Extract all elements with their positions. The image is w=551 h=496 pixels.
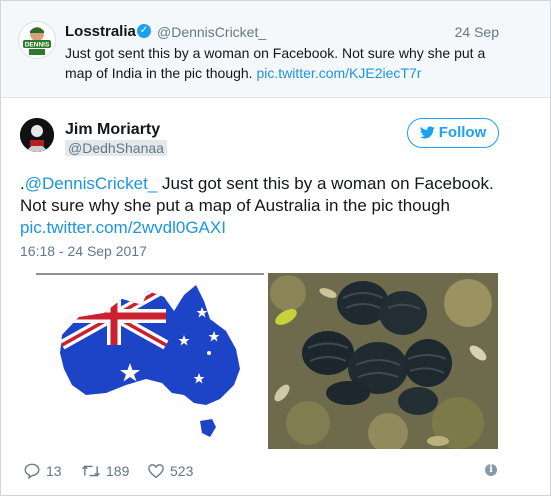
author-handle[interactable]: @DedhShanaa — [65, 140, 167, 156]
reply-action[interactable]: 13 — [23, 461, 62, 481]
mention-link[interactable]: @DennisCricket_ — [25, 174, 158, 193]
twitter-bird-icon — [419, 126, 435, 139]
quoted-name[interactable]: Losstralia — [65, 23, 136, 40]
tweet-text: .@DennisCricket_ Just got sent this by a… — [20, 173, 510, 239]
follow-button[interactable]: Follow — [407, 118, 499, 148]
retweet-count: 189 — [106, 463, 130, 479]
author-avatar[interactable] — [20, 118, 54, 152]
like-icon — [148, 464, 164, 479]
photo-dung[interactable] — [268, 273, 498, 449]
photo-australia-map[interactable] — [34, 273, 264, 449]
follow-label: Follow — [438, 124, 487, 141]
avatar-text: DENNIS — [25, 42, 50, 49]
like-count: 523 — [170, 463, 194, 479]
retweet-icon — [82, 465, 100, 477]
quoted-link[interactable]: pic.twitter.com/KJE2iecT7r — [256, 65, 421, 81]
info-icon[interactable]: i — [485, 464, 497, 476]
tweet-card: DENNIS Losstralia ✓ @DennisCricket_ 24 S… — [0, 0, 551, 496]
retweet-action[interactable]: 189 — [81, 461, 129, 481]
quoted-handle[interactable]: @DennisCricket_ — [157, 24, 266, 40]
tweet-timestamp[interactable]: 16:18 - 24 Sep 2017 — [20, 243, 147, 259]
quoted-tweet[interactable]: DENNIS Losstralia ✓ @DennisCricket_ 24 S… — [1, 1, 550, 98]
reply-icon — [24, 463, 40, 480]
reply-count: 13 — [46, 463, 62, 479]
verified-icon: ✓ — [137, 24, 151, 38]
quoted-avatar[interactable]: DENNIS — [18, 21, 56, 59]
quoted-date[interactable]: 24 Sep — [455, 24, 499, 40]
tweet-link[interactable]: pic.twitter.com/2wvdl0GAXI — [20, 218, 226, 237]
like-action[interactable]: 523 — [147, 461, 193, 481]
author-name[interactable]: Jim Moriarty — [65, 121, 160, 139]
quoted-text: Just got sent this by a woman on Faceboo… — [65, 43, 505, 83]
